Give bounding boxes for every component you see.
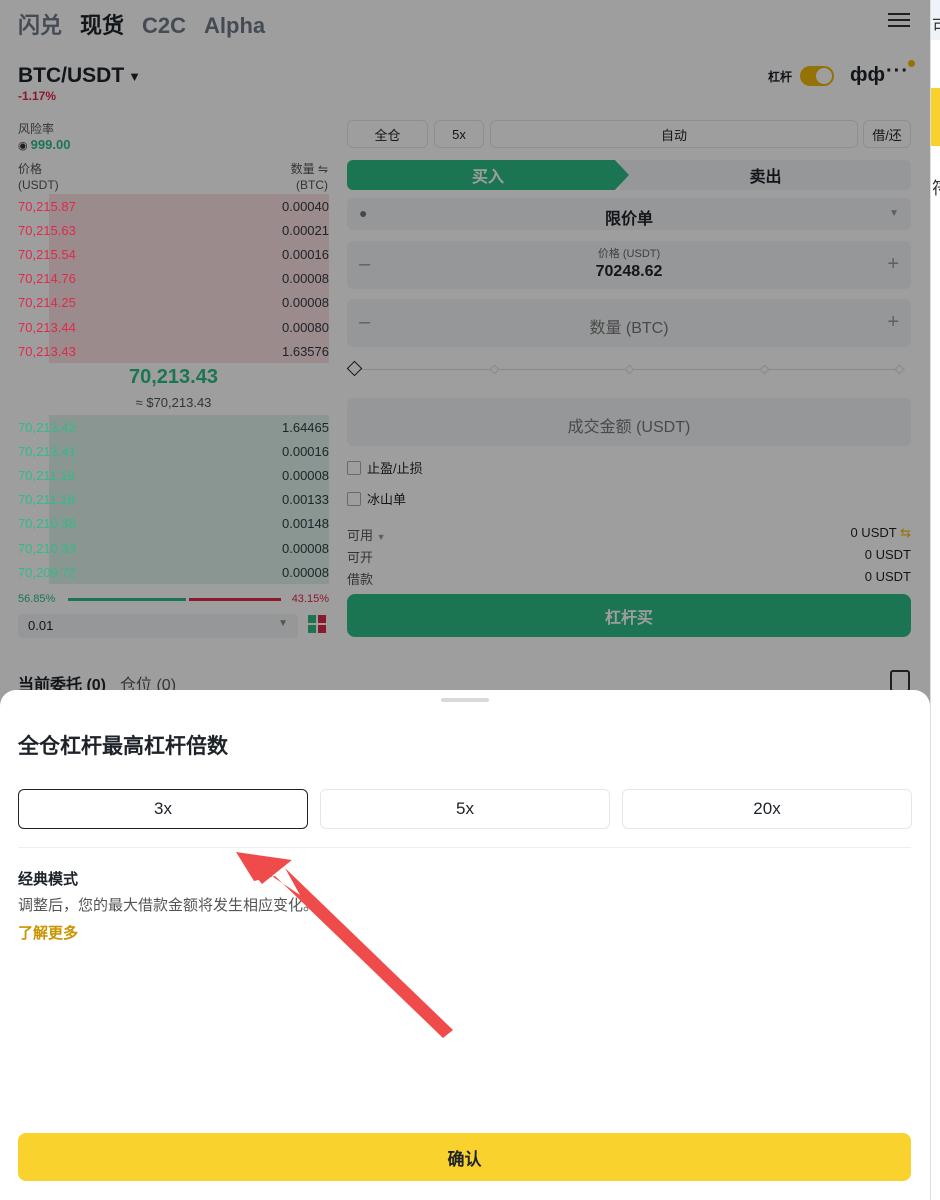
bids-price: 70,210.36 [18, 516, 76, 532]
bids-price: 70,209.72 [18, 564, 76, 580]
leverage-bottom-sheet: 全仓杠杆最高杠杆倍数 3x 5x 20x 经典模式 调整后，您的最大借款金额将发… [0, 690, 930, 1200]
mode-title: 经典模式 [18, 871, 79, 888]
sheet-grabber[interactable] [441, 698, 489, 702]
confirm-button[interactable]: 确认 [18, 1133, 911, 1181]
asks-qty: 0.00080 [282, 319, 329, 335]
asks-price: 70,215.54 [18, 246, 76, 262]
asks-price: 70,215.87 [18, 198, 76, 214]
divider [18, 847, 911, 848]
mode-description: 调整后，您的最大借款金额将发生相应变化。 [18, 897, 319, 914]
asks-price: 70,213.43 [18, 343, 76, 359]
asks-price: 70,213.44 [18, 319, 76, 335]
adjacent-window-edge: 可用 符 [930, 0, 940, 1200]
leverage-option-5x[interactable]: 5x [320, 789, 610, 829]
learn-more-link[interactable]: 了解更多 [18, 922, 78, 943]
bids-price: 70,213.41 [18, 443, 76, 459]
bids-price: 70,211.18 [18, 492, 75, 508]
bids-qty: 1.64465 [282, 419, 329, 435]
trading-app: 闪兑 现货 C2C Alpha BTC/USDT ▼ -1.17% 杠杆 фф ·… [0, 0, 930, 1200]
asks-price: 70,214.25 [18, 295, 76, 311]
asks-qty: 0.00008 [282, 271, 329, 287]
leverage-option-20x[interactable]: 20x [622, 789, 912, 829]
asks-price: 70,215.63 [18, 222, 76, 238]
asks-price: 70,214.76 [18, 271, 76, 287]
bids-price: 70,211.19 [18, 467, 75, 483]
bids-qty: 0.00008 [282, 564, 329, 580]
sheet-title: 全仓杠杆最高杠杆倍数 [18, 735, 228, 758]
bids-price: 70,213.42 [18, 419, 76, 435]
asks-qty: 1.63576 [282, 343, 329, 359]
bids-price: 70,210.33 [18, 540, 76, 556]
leverage-option-3x[interactable]: 3x [18, 789, 308, 829]
bids-qty: 0.00008 [282, 540, 329, 556]
asks-qty: 0.00008 [282, 295, 329, 311]
bids-qty: 0.00016 [282, 443, 329, 459]
edge-text-1: 可用 [932, 12, 940, 37]
asks-qty: 0.00021 [282, 222, 329, 238]
bids-qty: 0.00008 [282, 467, 329, 483]
asks-qty: 0.00016 [282, 246, 329, 262]
asks-qty: 0.00040 [282, 198, 329, 214]
bids-qty: 0.00133 [282, 492, 329, 508]
edge-text-2: 符 [932, 174, 940, 199]
bids-qty: 0.00148 [282, 516, 329, 532]
